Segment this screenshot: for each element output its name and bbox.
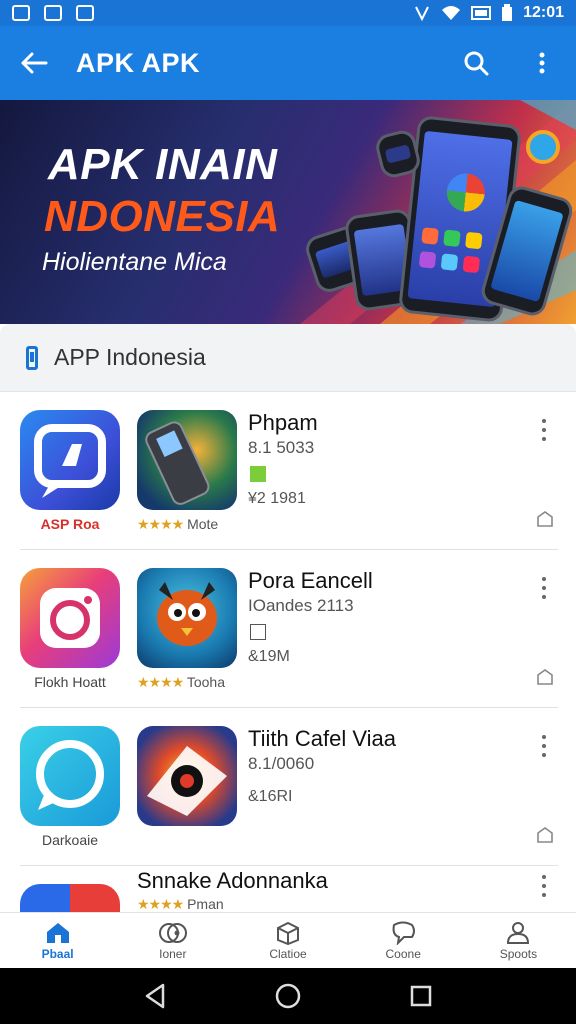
- more-options-button[interactable]: [532, 872, 556, 900]
- more-options-button[interactable]: [532, 732, 556, 760]
- banner-subtitle: Hiolientane Mica: [42, 248, 227, 276]
- download-icon[interactable]: [536, 826, 554, 844]
- list-item[interactable]: Darkoaie Tiith Cafel Viaa 8.1/0060 &16RI: [0, 708, 576, 866]
- section-title: APP Indonesia: [54, 344, 206, 370]
- app-caption: Flokh Hoatt: [34, 674, 106, 690]
- rating-stars: ★★★★: [137, 896, 184, 912]
- status-bar: 12:01: [0, 0, 576, 26]
- banner-badge-icon: [526, 130, 560, 164]
- app-caption: Darkoaie: [41, 832, 99, 848]
- app-icon-colorful[interactable]: [20, 884, 120, 912]
- nav-label: Clatioe: [269, 946, 307, 961]
- nav-label: Ioner: [159, 946, 187, 961]
- nav-item-community[interactable]: Coone: [346, 913, 461, 968]
- app-screenshot[interactable]: [137, 568, 237, 668]
- app-rating-caption: ★★★★ Pman: [137, 896, 247, 912]
- status-time: 12:01: [523, 4, 564, 21]
- promo-banner[interactable]: APK INAIN NDONESIA Hiolientane Mica: [0, 100, 576, 324]
- recents-square-icon[interactable]: [409, 984, 433, 1008]
- camera-icon: [40, 588, 100, 648]
- back-button[interactable]: [14, 43, 54, 83]
- download-icon[interactable]: [536, 668, 554, 686]
- feature-phone-image: [145, 421, 210, 505]
- app-size: &19M: [248, 648, 290, 665]
- rating-label: Pman: [187, 896, 224, 912]
- rating-stars: ★★★★: [137, 516, 184, 532]
- app-size: ¥2 1981: [248, 490, 306, 507]
- box-icon: [277, 921, 299, 945]
- app-notification-icon: [12, 5, 30, 21]
- home-circle-icon[interactable]: [274, 982, 302, 1010]
- rating-stars: ★★★★: [137, 674, 184, 690]
- back-triangle-icon[interactable]: [143, 983, 167, 1009]
- section-header: APP Indonesia: [0, 324, 576, 392]
- more-options-button[interactable]: [532, 574, 556, 602]
- nav-label: Coone: [385, 946, 421, 961]
- phone-icon: [26, 345, 38, 370]
- banner-title-line2: NDONESIA: [44, 192, 281, 241]
- app-icon-chat[interactable]: [20, 410, 120, 510]
- app-screen: 12:01 APK APK APK INAIN NDONESIA Hiolien…: [0, 0, 576, 1024]
- wifi-icon: [442, 6, 461, 20]
- app-screenshot[interactable]: [137, 410, 237, 510]
- app-name[interactable]: Pora Eancell: [248, 568, 373, 594]
- app-rating-caption: ★★★★ Tooha: [137, 674, 247, 691]
- app-icon-camera[interactable]: [20, 568, 120, 668]
- overflow-menu-button[interactable]: [522, 43, 562, 83]
- app-caption: ASP Roa: [40, 516, 100, 532]
- app-rating-caption: ★★★★ Mote: [137, 516, 247, 533]
- chat-bubble-icon: [34, 424, 106, 498]
- nav-label: Pbaal: [41, 946, 74, 961]
- small-square-icon: [250, 624, 266, 640]
- more-options-button[interactable]: [532, 416, 556, 444]
- game-logo-image: [147, 746, 227, 816]
- person-icon: [507, 921, 530, 944]
- chat-icon: [392, 921, 416, 945]
- app-version: 8.1/0060: [248, 754, 315, 773]
- green-badge-icon: [250, 466, 266, 482]
- home-icon: [46, 922, 69, 943]
- bottom-navigation: Pbaal Ioner Clatioe Coone Spoots: [0, 912, 576, 968]
- app-logo-icon: [20, 884, 120, 912]
- message-notification-icon: [44, 5, 62, 21]
- nav-item-category[interactable]: Clatioe: [230, 913, 345, 968]
- rating-label: Mote: [187, 516, 219, 532]
- list-item[interactable]: Flokh Hoatt ★★★★ Tooha Pora Eancell IOan…: [0, 550, 576, 708]
- search-button[interactable]: [456, 43, 496, 83]
- vibrate-icon: [415, 6, 429, 21]
- nav-item-home[interactable]: Pbaal: [0, 913, 115, 968]
- app-screenshot[interactable]: [137, 726, 237, 826]
- app-version: IOandes 2113: [248, 596, 354, 615]
- rating-label: Tooha: [186, 674, 225, 690]
- app-version: 8.1 5033: [248, 438, 315, 457]
- nav-item-music[interactable]: Ioner: [115, 913, 230, 968]
- app-bar: APK APK: [0, 26, 576, 100]
- cd-icon: [158, 922, 187, 943]
- speech-bubble-icon: [36, 740, 104, 810]
- search-icon: [464, 51, 489, 76]
- app-icon-messenger[interactable]: [20, 726, 120, 826]
- list-item[interactable]: Snnake Adonnanka ★★★★ Pman: [0, 866, 576, 912]
- app-list: ASP Roa ★★★★ Mote Phpam 8.1 5033 ¥2 1981…: [0, 392, 576, 912]
- app-name[interactable]: Tiith Cafel Viaa: [248, 726, 396, 752]
- download-icon[interactable]: [536, 510, 554, 528]
- list-item[interactable]: ASP Roa ★★★★ Mote Phpam 8.1 5033 ¥2 1981: [0, 392, 576, 550]
- cartoon-bird-image: [157, 582, 217, 646]
- nav-label: Spoots: [499, 946, 538, 961]
- banner-title-line1: APK INAIN: [48, 140, 278, 189]
- app-name[interactable]: Phpam: [248, 410, 318, 436]
- battery-icon: [502, 4, 513, 21]
- arrow-left-icon: [21, 52, 48, 74]
- system-navigation-bar: [0, 968, 576, 1024]
- app-title: APK APK: [76, 47, 201, 78]
- screenshot-notification-icon: [76, 5, 94, 21]
- nav-item-profile[interactable]: Spoots: [461, 913, 576, 968]
- signal-icon: [471, 6, 492, 20]
- more-vert-icon: [539, 52, 545, 74]
- app-size: &16RI: [248, 788, 293, 805]
- app-name[interactable]: Snnake Adonnanka: [137, 868, 328, 894]
